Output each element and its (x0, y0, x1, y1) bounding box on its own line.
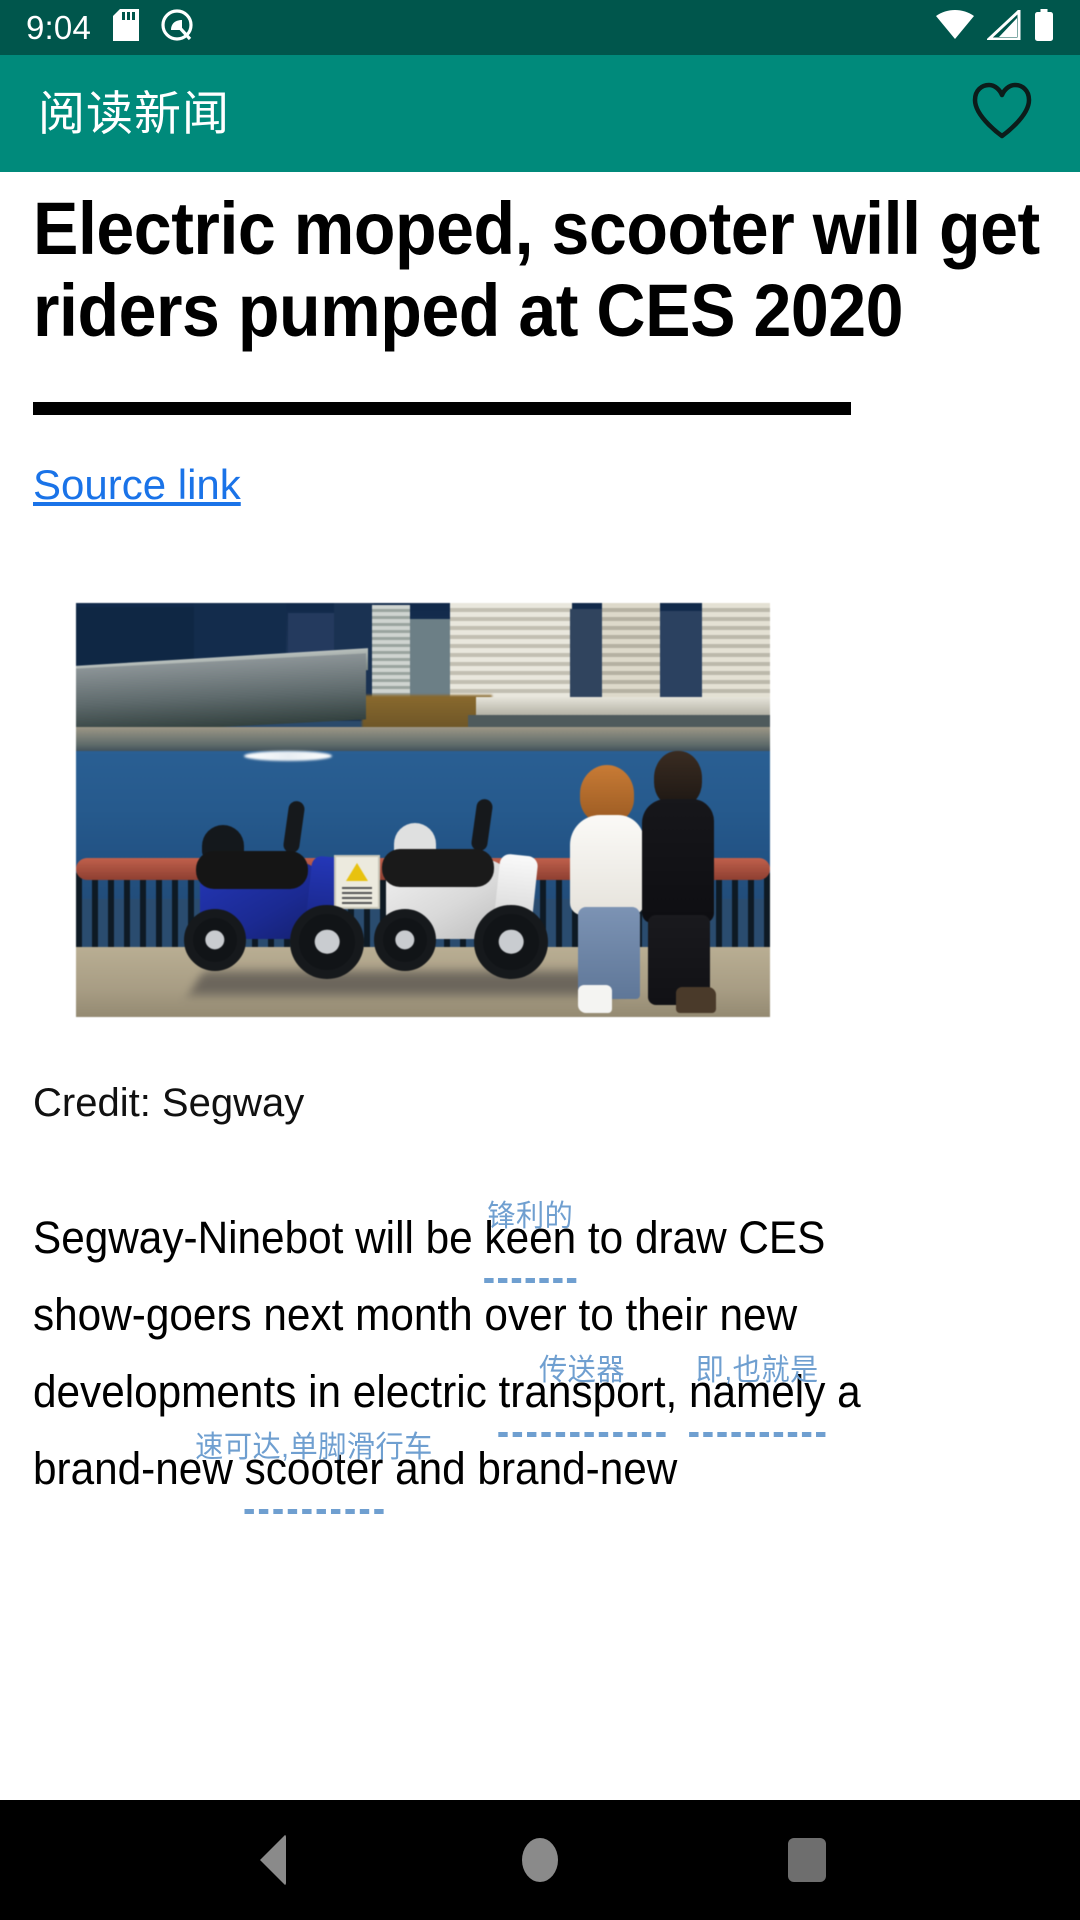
battery-icon (1034, 9, 1054, 46)
annotated-word[interactable]: scooter 速可达,单脚滑行车 (195, 1430, 432, 1514)
annotated-word[interactable]: namely 即,也就是 (688, 1353, 826, 1437)
article-image (76, 602, 770, 1017)
article-scroll-area[interactable]: Electric moped, scooter will get riders … (0, 172, 1080, 1800)
paragraph-line: developments in electric transport 传送器, n… (33, 1353, 1048, 1437)
annotated-word[interactable]: keen 锋利的 (484, 1199, 577, 1283)
home-button[interactable] (480, 1800, 600, 1920)
source-link[interactable]: Source link (33, 460, 241, 510)
page-title: 阅读新闻 (38, 87, 230, 140)
paragraph-text: Segway-Ninebot will be (33, 1211, 485, 1263)
wifi-icon (936, 10, 974, 45)
app-bar: 阅读新闻 (0, 55, 1080, 172)
paragraph-text: developments in electric (33, 1365, 499, 1417)
back-button[interactable] (213, 1800, 333, 1920)
circle-home-icon (521, 1838, 558, 1882)
status-bar-left: 9:04 (26, 9, 193, 46)
article-body: Electric moped, scooter will get riders … (0, 187, 1080, 1514)
headline-divider (33, 402, 851, 416)
phone-screen: 9:04 阅读新闻 Electric moped, scooter will g… (0, 0, 1080, 1920)
square-recents-icon (787, 1838, 826, 1882)
android-nav-bar (0, 1800, 1080, 1920)
sd-card-icon (113, 9, 140, 46)
paragraph-line: show-goers next month over to their new (33, 1276, 1048, 1353)
paragraph-line: Segway-Ninebot will be keen 锋利的 to draw C… (33, 1199, 1048, 1283)
word-translation: 锋利的 (487, 1199, 574, 1233)
paragraph-text: , (665, 1365, 689, 1417)
word-translation: 即,也就是 (695, 1353, 819, 1387)
paragraph-text: show-goers next month over to their new (33, 1288, 798, 1340)
article-paragraph: Segway-Ninebot will be keen 锋利的 to draw C… (33, 1199, 1048, 1514)
image-credit: Credit: Segway (33, 1080, 305, 1125)
article-headline: Electric moped, scooter will get riders … (33, 187, 1040, 353)
paragraph-text: to draw CES (576, 1211, 826, 1263)
annotated-word[interactable]: transport 传送器 (498, 1353, 666, 1437)
status-clock: 9:04 (26, 9, 92, 46)
word-translation: 速可达,单脚滑行车 (195, 1430, 433, 1464)
heart-outline-icon (971, 82, 1033, 145)
recents-button[interactable] (747, 1800, 867, 1920)
paragraph-line: brand-new scooter 速可达,单脚滑行车 and brand-new (33, 1430, 1048, 1514)
status-bar: 9:04 (0, 0, 1080, 55)
status-bar-right (936, 7, 1054, 46)
cellular-signal-icon (985, 7, 1021, 45)
favorite-button[interactable] (966, 78, 1038, 150)
android-q-icon (161, 9, 193, 46)
paragraph-text: a (825, 1365, 861, 1417)
triangle-back-icon (260, 1834, 287, 1886)
word-translation: 传送器 (538, 1353, 626, 1387)
